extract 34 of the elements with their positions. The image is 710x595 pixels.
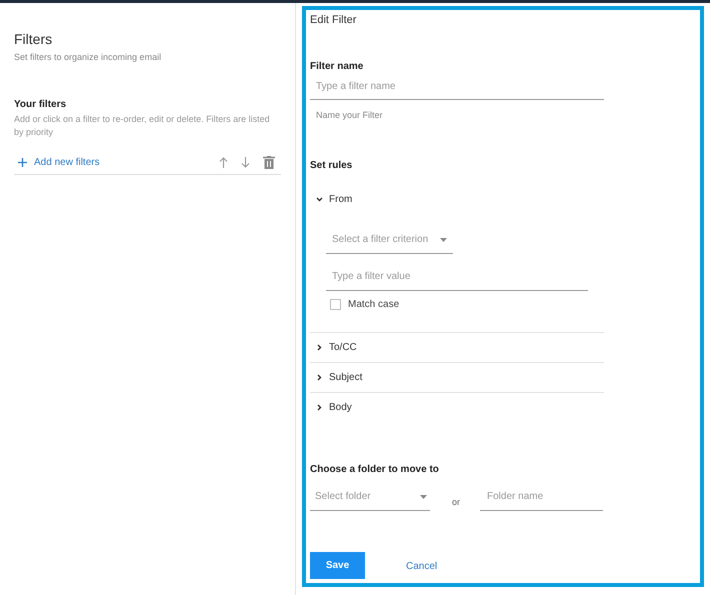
caret-icon: [420, 494, 427, 498]
match-case-checkbox[interactable]: [330, 299, 341, 310]
field-label: Filter name: [310, 60, 364, 74]
rule-toggle[interactable]: To/CC: [310, 333, 357, 362]
filter-value-field[interactable]: Type a filter value: [326, 269, 588, 291]
plus-icon: [18, 158, 27, 166]
trash-icon[interactable]: [263, 156, 275, 168]
caret-icon: [440, 238, 447, 242]
folder-dropdown[interactable]: Select folder: [310, 489, 430, 511]
filter-name-field[interactable]: Type a filter name: [310, 78, 604, 100]
add-filter-link[interactable]: Add new filters: [18, 154, 100, 170]
page-title: Filters: [14, 30, 54, 48]
chevron-down-icon: [316, 196, 323, 203]
section-label: Choose a folder to move to: [310, 463, 440, 477]
rule-toggle[interactable]: Body: [310, 393, 352, 422]
save-button[interactable]: Save: [310, 552, 365, 579]
separator-text: or: [452, 496, 460, 508]
chevron-right-icon: [316, 374, 323, 381]
rule-toggle[interactable]: From: [310, 185, 352, 214]
criterion-dropdown[interactable]: Select a filter criterion: [326, 232, 453, 254]
field-hint: Name your Filter: [315, 108, 384, 122]
section-label: Set rules: [310, 159, 354, 173]
panel-title: Edit Filter: [310, 13, 358, 28]
section-title: Your filters: [14, 98, 68, 112]
arrow-down-icon[interactable]: [241, 156, 250, 168]
section-description: Add or click on a filter to re-order, edit or delete. Filters are listed by priority: [14, 112, 271, 138]
page-subtitle: Set filters to organize incoming email: [14, 51, 162, 64]
checkbox-label: Match case: [348, 298, 400, 312]
chevron-right-icon: [316, 404, 323, 411]
chevron-right-icon: [316, 344, 323, 351]
folder-name-field[interactable]: Folder name: [480, 489, 604, 511]
rule-toggle[interactable]: Subject: [310, 363, 362, 392]
arrow-up-icon[interactable]: [219, 156, 228, 168]
cancel-link[interactable]: Cancel: [406, 559, 438, 574]
